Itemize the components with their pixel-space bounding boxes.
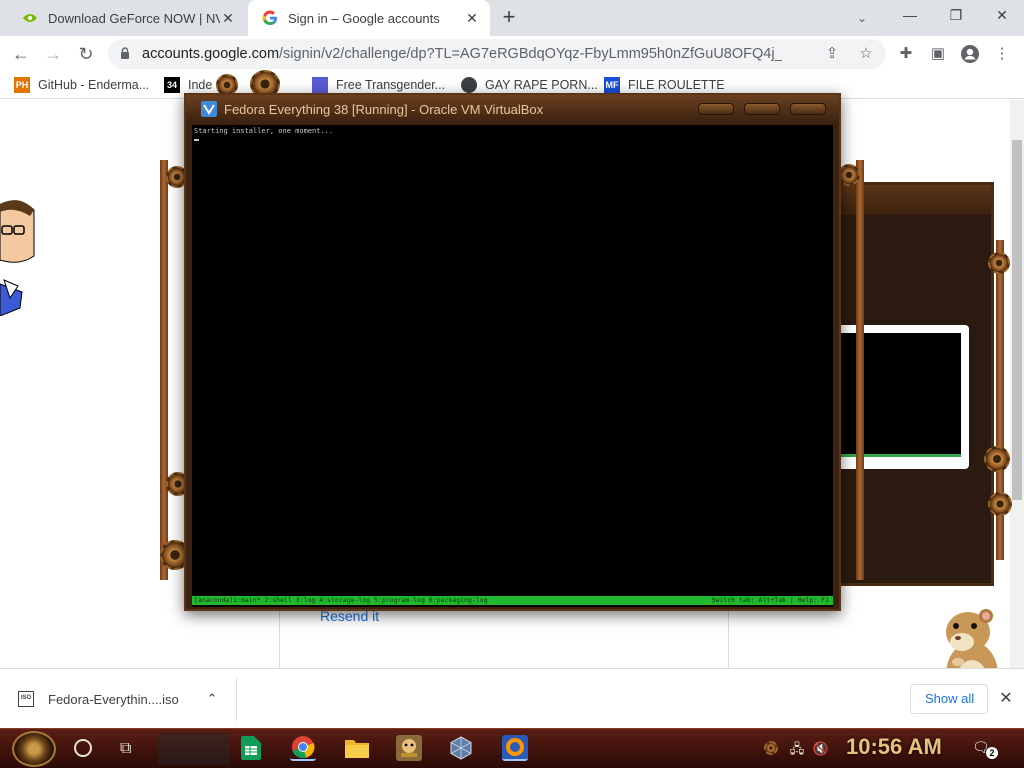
address-bar[interactable]: accounts.google.com/signin/v2/challenge/… [108,39,886,69]
windows-taskbar: ⧉ 🖧 🔇 10:56 AM 🗨 2 [0,728,1024,768]
bookmark-file-roulette[interactable]: MF FILE ROULETTE [604,76,725,94]
gear-icon [988,252,1010,274]
bookmark-github[interactable]: PH GitHub - Enderma... [14,76,149,94]
profile-avatar-icon[interactable] [960,44,980,64]
download-item[interactable]: ISO Fedora-Everythin....iso [18,688,179,710]
download-shelf: ISO Fedora-Everythin....iso ⌃ Show all ✕ [0,668,1024,728]
start-button[interactable] [12,731,56,767]
tmux-status-bar: [anaconda]1:main* 2:shell 3:log 4:storag… [192,596,833,605]
vm-close-button[interactable] [790,103,826,115]
nvidia-icon [22,10,38,26]
search-icon[interactable] [74,739,92,757]
console-output: Starting installer, one moment... [194,127,334,135]
side-panel-icon[interactable]: ▣ [928,44,948,64]
taskbar-widget[interactable] [158,733,230,765]
ph-icon: PH [14,77,30,93]
square-34-icon: 34 [164,77,180,93]
game-icon[interactable] [396,735,422,761]
virtualbox-icon[interactable] [448,735,474,761]
window-close-icon[interactable]: ✕ [980,4,1024,26]
tmux-window-list: [anaconda]1:main* 2:shell 3:log 4:storag… [194,596,488,604]
notification-count-badge: 2 [986,747,998,759]
globe-icon [461,77,477,93]
browser-tab-strip: Download GeForce NOW | NVIDIA ✕ Sign in … [0,0,1024,36]
download-file-name: Fedora-Everythin....iso [48,691,179,707]
volume-muted-icon[interactable]: 🔇 [812,740,830,758]
vm-window-title: Fedora Everything 38 [Running] - Oracle … [224,101,544,117]
gear-icon [984,446,1010,472]
console-cursor [194,139,199,141]
firefox-icon[interactable] [502,735,528,761]
close-icon[interactable]: ✕ [220,10,236,26]
virtualbox-icon [201,101,217,117]
vm-display[interactable]: Starting installer, one moment... [anaco… [192,125,833,607]
mf-icon: MF [604,77,620,93]
iso-file-icon: ISO [18,691,34,707]
bookmark-free-transgender[interactable]: Free Transgender... [312,76,445,94]
bookmark-star-icon[interactable]: ☆ [856,44,876,64]
chevron-up-icon[interactable]: ⌃ [204,689,220,709]
tab-title: Download GeForce NOW | NVIDIA [48,10,220,26]
taskbar-clock[interactable]: 10:56 AM [846,734,942,760]
share-icon[interactable]: ⇪ [822,44,842,64]
google-sheets-icon[interactable] [238,735,264,761]
close-icon[interactable]: ✕ [464,10,480,26]
forward-icon[interactable]: → [40,41,66,67]
new-tab-button[interactable]: + [498,6,520,29]
restore-icon[interactable]: ❐ [934,4,978,26]
vm-maximize-button[interactable] [744,103,780,115]
divider [236,677,237,721]
page-scrollbar[interactable] [1010,100,1024,668]
tmux-help-hint: Switch tab: Alt+Tab | Help: F1 [711,596,829,604]
close-icon[interactable]: ✕ [996,689,1016,709]
cartoon-character-image [0,200,35,316]
network-icon[interactable]: 🖧 [788,740,806,758]
bookmark-gay-rape-porn[interactable]: GAY RAPE PORN... [461,76,598,94]
task-view-icon[interactable]: ⧉ [120,739,142,759]
tab-title: Sign in – Google accounts [288,10,440,26]
show-all-button[interactable]: Show all [910,684,988,714]
steampunk-pipe [856,160,864,580]
extensions-icon[interactable]: ✚ [896,44,916,64]
reload-icon[interactable]: ↻ [73,41,99,67]
virtualbox-vm-window[interactable]: Fedora Everything 38 [Running] - Oracle … [184,93,841,611]
menu-kebab-icon[interactable]: ⋮ [992,44,1012,64]
vm-window-titlebar[interactable]: Fedora Everything 38 [Running] - Oracle … [186,95,839,123]
vm-minimize-button[interactable] [698,103,734,115]
desktop-screen: Download GeForce NOW | NVIDIA ✕ Sign in … [0,0,1024,768]
url-text: accounts.google.com/signin/v2/challenge/… [142,46,782,62]
tab-search-icon[interactable]: ⌄ [852,8,872,28]
gear-icon [764,741,778,755]
tab-geforce-now[interactable]: Download GeForce NOW | NVIDIA ✕ [8,0,246,36]
site-favicon-icon [312,77,328,93]
scrollbar-thumb[interactable] [1012,140,1022,500]
steampunk-pipe [160,160,168,580]
bookmark-inde[interactable]: 34 Inde [164,76,212,94]
browser-toolbar: ← → ↻ accounts.google.com/signin/v2/chal… [0,36,1024,71]
gear-icon [838,164,860,186]
chrome-icon[interactable] [290,735,316,761]
google-g-icon [262,10,278,26]
gear-icon [988,492,1012,516]
file-explorer-icon[interactable] [344,735,370,761]
minimize-icon[interactable]: — [888,4,932,26]
lock-icon [121,47,129,59]
back-icon[interactable]: ← [8,41,34,67]
tab-google-signin[interactable]: Sign in – Google accounts ✕ [248,0,490,36]
